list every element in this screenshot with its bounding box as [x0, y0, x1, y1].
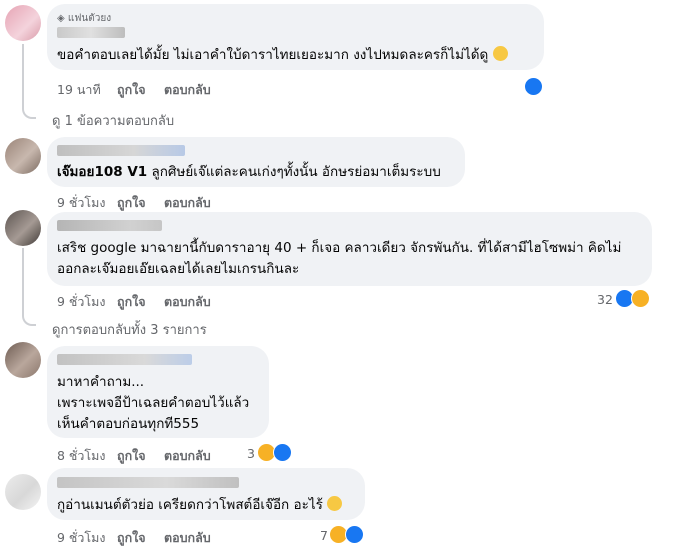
like-action[interactable]: ถูกใจ: [117, 292, 146, 312]
like-reaction-icon[interactable]: [524, 77, 543, 96]
timestamp[interactable]: 9 ชั่วโมง: [57, 528, 106, 548]
comment-actions: 9 ชั่วโมง ถูกใจ ตอบกลับ: [57, 193, 257, 210]
timestamp[interactable]: 9 ชั่วโมง: [57, 292, 106, 312]
fan-badge: ◈ แฟนตัวยง: [57, 11, 111, 26]
author-name[interactable]: [57, 27, 125, 38]
author-name[interactable]: [57, 354, 192, 365]
author-name[interactable]: [57, 220, 162, 231]
reply-action[interactable]: ตอบกลับ: [164, 80, 211, 100]
comment-text-line: เสริช google มาฉายานี้กับดาราอายุ 40 + ก…: [57, 240, 622, 256]
thread-line: [22, 248, 36, 326]
haha-reaction-icon[interactable]: [631, 289, 650, 308]
comment-actions: 8 ชั่วโมง ถูกใจ ตอบกลับ: [57, 446, 257, 463]
like-action[interactable]: ถูกใจ: [117, 193, 146, 213]
author-name[interactable]: [57, 477, 239, 488]
reaction-count[interactable]: 7: [320, 528, 328, 543]
expressionless-emoji-icon: [327, 496, 343, 511]
comment-text-content: ขอคำตอบเลยได้มั้ย ไม่เอาคำใบ้ดาราไทยเยอะ…: [57, 47, 489, 63]
diamond-icon: ◈: [57, 13, 65, 24]
grin-emoji-icon: [492, 46, 508, 61]
comment-text-line: เพราะเพจอีป้าเฉลยคำตอบไว้แล้ว: [57, 395, 250, 411]
like-action[interactable]: ถูกใจ: [117, 446, 146, 466]
reply-action[interactable]: ตอบกลับ: [164, 193, 211, 213]
reply-action[interactable]: ตอบกลับ: [164, 292, 211, 312]
comment-text-line: มาหาคำถาม...: [57, 374, 145, 390]
like-reaction-icon[interactable]: [345, 525, 364, 544]
comment-text-content: ลูกศิษย์เจ๊แต่ละคนเก่งๆทั้งนั้น อักษรย่อ…: [147, 164, 441, 180]
avatar[interactable]: [5, 138, 41, 174]
reaction-count[interactable]: 3: [247, 446, 255, 461]
comment-text: ขอคำตอบเลยได้มั้ย ไม่เอาคำใบ้ดาราไทยเยอะ…: [57, 45, 508, 65]
like-action[interactable]: ถูกใจ: [117, 80, 146, 100]
view-replies-link[interactable]: ดู 1 ข้อความตอบกลับ: [52, 110, 174, 131]
comment-text-line: ออกละเจ๊มอยเอ๊ยเฉลยได้เลยไมเกรนกินละ: [57, 261, 300, 277]
timestamp[interactable]: 19 นาที: [57, 80, 101, 100]
comment-text: เจ๊มอย108 V1 ลูกศิษย์เจ๊แต่ละคนเก่งๆทั้ง…: [57, 162, 441, 182]
avatar[interactable]: [5, 5, 41, 41]
reply-action[interactable]: ตอบกลับ: [164, 528, 211, 548]
comment-actions: 19 นาที ถูกใจ ตอบกลับ: [57, 80, 257, 97]
fan-badge-label: แฟนตัวยง: [67, 13, 112, 24]
like-action[interactable]: ถูกใจ: [117, 528, 146, 548]
avatar[interactable]: [5, 342, 41, 378]
reply-action[interactable]: ตอบกลับ: [164, 446, 211, 466]
reaction-count[interactable]: 32: [597, 292, 613, 307]
comment-text: กูอ่านเมนต์ตัวย่อ เครียดกว่าโพสต์อีเจ๊อี…: [57, 495, 343, 515]
avatar[interactable]: [5, 210, 41, 246]
timestamp[interactable]: 8 ชั่วโมง: [57, 446, 106, 466]
like-reaction-icon[interactable]: [273, 443, 292, 462]
author-name[interactable]: [57, 145, 185, 156]
avatar[interactable]: [5, 474, 41, 510]
thread-line: [22, 44, 36, 119]
timestamp[interactable]: 9 ชั่วโมง: [57, 193, 106, 213]
view-replies-link[interactable]: ดูการตอบกลับทั้ง 3 รายการ: [52, 319, 207, 340]
comment-text-line: เห็นคำตอบก่อนทุกที555: [57, 416, 200, 432]
comment-actions: 9 ชั่วโมง ถูกใจ ตอบกลับ: [57, 292, 257, 309]
comment-actions: 9 ชั่วโมง ถูกใจ ตอบกลับ: [57, 528, 257, 545]
comment-text-content: กูอ่านเมนต์ตัวย่อ เครียดกว่าโพสต์อีเจ๊อี…: [57, 497, 323, 513]
mention-link[interactable]: เจ๊มอย108 V1: [57, 164, 147, 180]
